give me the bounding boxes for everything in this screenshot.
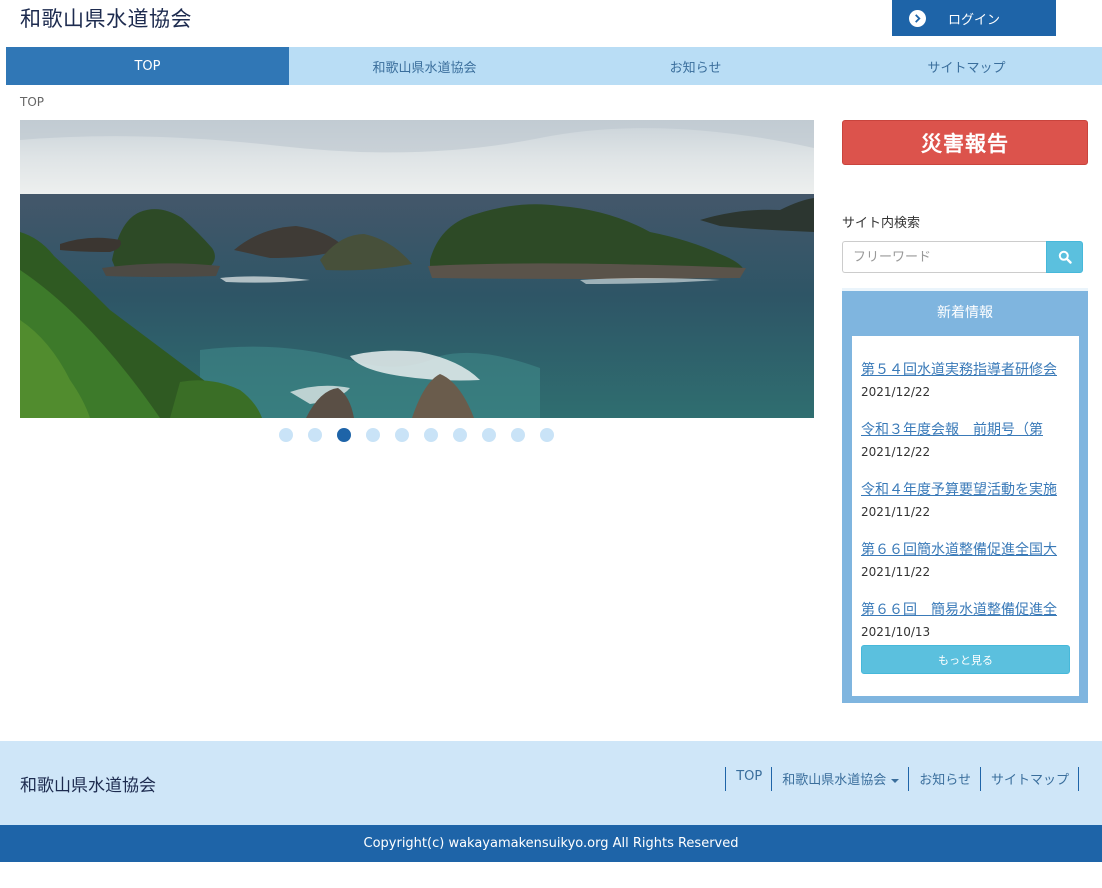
slider-dot[interactable] — [453, 428, 467, 442]
slider-dot[interactable] — [395, 428, 409, 442]
slider-pagination — [279, 428, 569, 442]
hero-slider-image[interactable] — [20, 120, 814, 418]
slider-dot[interactable] — [279, 428, 293, 442]
news-item-link[interactable]: 第６６回 簡易水道整備促進全 — [861, 599, 1061, 619]
footer-site-title[interactable]: 和歌山県水道協会 — [20, 771, 156, 796]
news-item-date: 2021/11/22 — [861, 505, 931, 519]
slider-dot[interactable] — [366, 428, 380, 442]
news-item-date: 2021/12/22 — [861, 385, 931, 399]
nav-item-association[interactable]: 和歌山県水道協会 — [289, 47, 560, 85]
breadcrumb: TOP — [20, 95, 45, 109]
global-nav: TOP 和歌山県水道協会 お知らせ サイトマップ — [6, 47, 1102, 85]
news-item-link[interactable]: 第５４回水道実務指導者研修会 — [861, 359, 1061, 379]
site-title[interactable]: 和歌山県水道協会 — [20, 3, 192, 33]
footer-nav-sitemap-label: サイトマップ — [990, 773, 1069, 788]
footer-nav-news[interactable]: お知らせ — [909, 767, 981, 791]
caret-down-icon — [891, 778, 900, 783]
disaster-report-button[interactable]: 災害報告 — [842, 120, 1088, 165]
news-item: 令和３年度会報 前期号（第 2021/12/22 — [861, 419, 1061, 459]
site-search — [842, 241, 1083, 273]
nav-item-sitemap[interactable]: サイトマップ — [831, 47, 1102, 85]
news-panel-title: 新着情報 — [937, 305, 993, 321]
news-item: 令和４年度予算要望活動を実施 2021/11/22 — [861, 479, 1061, 519]
footer-nav-association[interactable]: 和歌山県水道協会 — [772, 767, 910, 791]
news-item-link[interactable]: 第６６回簡水道整備促進全国大 — [861, 539, 1061, 559]
login-label: ログイン — [948, 12, 1001, 28]
footer: 和歌山県水道協会 TOP 和歌山県水道協会 お知らせ サイトマップ — [0, 741, 1102, 825]
slider-dot[interactable] — [308, 428, 322, 442]
news-item: 第６６回簡水道整備促進全国大 2021/11/22 — [861, 539, 1061, 579]
slider-dot[interactable] — [540, 428, 554, 442]
footer-nav-top[interactable]: TOP — [726, 767, 773, 791]
news-item: 第５４回水道実務指導者研修会 2021/12/22 — [861, 359, 1061, 399]
news-item-link[interactable]: 令和３年度会報 前期号（第 — [861, 419, 1061, 439]
news-panel: 新着情報 第５４回水道実務指導者研修会 2021/12/22 令和３年度会報 前… — [842, 288, 1088, 703]
footer-nav-sitemap[interactable]: サイトマップ — [981, 767, 1079, 791]
footer-nav-top-label: TOP — [736, 769, 763, 784]
search-input[interactable] — [842, 241, 1046, 273]
news-item-date: 2021/12/22 — [861, 445, 931, 459]
news-list: 第５４回水道実務指導者研修会 2021/12/22 令和３年度会報 前期号（第 … — [852, 336, 1079, 696]
search-icon — [1058, 250, 1072, 264]
footer-nav: TOP 和歌山県水道協会 お知らせ サイトマップ — [725, 767, 1079, 791]
footer-nav-association-label: 和歌山県水道協会 — [782, 773, 887, 788]
news-item-date: 2021/11/22 — [861, 565, 931, 579]
slider-dot[interactable] — [482, 428, 496, 442]
slider-dot-active[interactable] — [337, 428, 351, 442]
news-item: 第６６回 簡易水道整備促進全 2021/10/13 — [861, 599, 1061, 639]
footer-nav-news-label: お知らせ — [919, 773, 971, 788]
news-item-date: 2021/10/13 — [861, 625, 931, 639]
site-header: 和歌山県水道協会 ログイン — [0, 0, 1102, 47]
slider-dot[interactable] — [424, 428, 438, 442]
news-item-link[interactable]: 令和４年度予算要望活動を実施 — [861, 479, 1061, 499]
slider-dot[interactable] — [511, 428, 525, 442]
login-button[interactable]: ログイン — [892, 0, 1056, 36]
nav-item-top[interactable]: TOP — [6, 47, 289, 85]
site-search-label: サイト内検索 — [842, 216, 921, 231]
nav-item-news[interactable]: お知らせ — [560, 47, 831, 85]
more-news-button[interactable]: もっと見る — [861, 645, 1070, 674]
copyright: Copyright(c) wakayamakensuikyo.org All R… — [0, 825, 1102, 862]
search-button[interactable] — [1046, 241, 1083, 273]
chevron-circle-right-icon — [909, 9, 926, 27]
